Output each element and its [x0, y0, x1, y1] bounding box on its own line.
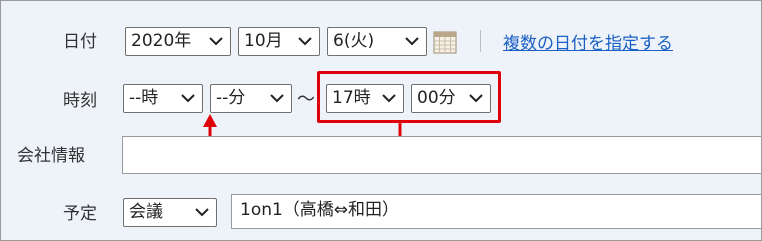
- schedule-label: 予定: [63, 204, 97, 224]
- schedule-type-select[interactable]: 会議: [123, 198, 217, 227]
- chevron-down-icon: [195, 199, 209, 226]
- schedule-type-value: 会議: [129, 202, 163, 222]
- company-input[interactable]: [122, 136, 762, 174]
- company-label: 会社情報: [17, 146, 85, 166]
- schedule-form: 日付 2020年 10月 6(火) 複数の日付を指定する 時刻 --時 --分 …: [0, 0, 762, 241]
- schedule-title-input[interactable]: 1on1（高橋⇔和田）: [231, 194, 762, 229]
